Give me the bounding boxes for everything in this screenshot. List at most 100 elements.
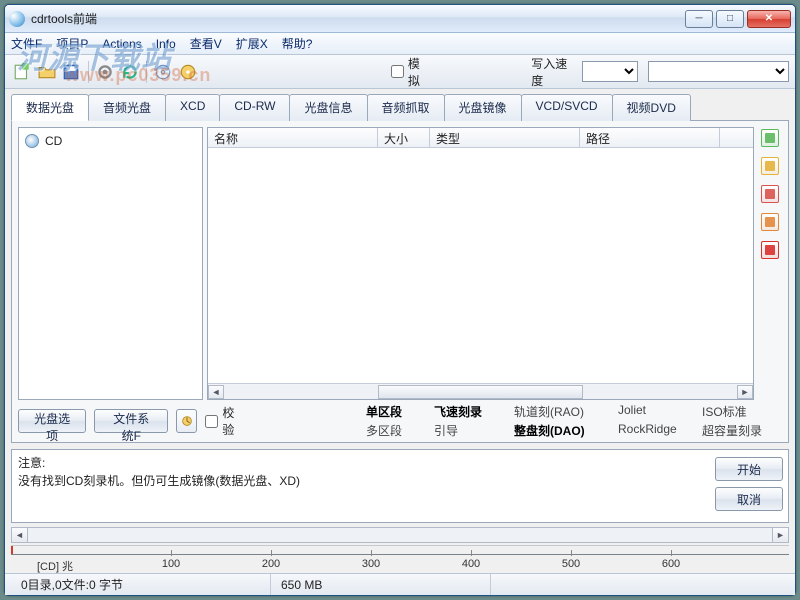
refresh-icon[interactable] bbox=[118, 60, 141, 84]
tab-7[interactable]: VCD/SVCD bbox=[521, 94, 613, 121]
capacity-ruler: [CD] 兆100200300400500600 bbox=[11, 545, 789, 573]
settings-icon[interactable] bbox=[94, 60, 117, 84]
write-speed-select[interactable] bbox=[582, 61, 638, 82]
simulate-input[interactable] bbox=[391, 65, 404, 78]
ruler-tick bbox=[571, 550, 572, 556]
write-opt[interactable]: 引导 bbox=[434, 422, 506, 439]
ruler-tick bbox=[471, 550, 472, 556]
file-list[interactable]: 名称大小类型路径 ◄ ► bbox=[207, 127, 754, 400]
filesystem-button[interactable]: 文件系统F bbox=[94, 409, 168, 433]
tree-root-item[interactable]: CD bbox=[25, 134, 196, 148]
write-opt[interactable]: 轨道刻(RAO) bbox=[514, 403, 610, 420]
scroll-right-icon[interactable]: ► bbox=[772, 528, 788, 542]
save-icon[interactable] bbox=[60, 60, 83, 84]
status-files: 0目录,0文件:0 字节 bbox=[11, 574, 271, 595]
scroll-left-icon[interactable]: ◄ bbox=[208, 385, 224, 399]
write-options-grid: 单区段飞速刻录轨道刻(RAO) Joliet ISO标准多区段引导整盘刻(DAO) R… bbox=[366, 403, 782, 439]
scroll-track[interactable] bbox=[28, 528, 772, 542]
status-capacity: 650 MB bbox=[271, 574, 491, 595]
tab-0[interactable]: 数据光盘 bbox=[11, 94, 89, 121]
tab-pane-data-disc: CD 名称大小类型路径 ◄ ► bbox=[11, 121, 789, 443]
new-project-icon[interactable] bbox=[11, 60, 34, 84]
menu-item[interactable]: 文件F bbox=[11, 35, 42, 52]
status-empty bbox=[491, 574, 789, 595]
tab-4[interactable]: 光盘信息 bbox=[289, 94, 367, 121]
status-bar: 0目录,0文件:0 字节 650 MB bbox=[5, 573, 795, 595]
side-toolbar bbox=[758, 127, 782, 400]
app-window: cdrtools前端 ─ □ ✕ 文件F 项目P Actions Info 查看V 扩展X… bbox=[4, 4, 796, 596]
scroll-right-icon[interactable]: ► bbox=[737, 385, 753, 399]
scroll-thumb[interactable] bbox=[378, 385, 583, 399]
options-row: 光盘选项 文件系统F 校验 单区段飞速刻录轨道刻(RAO) Joliet ISO标准… bbox=[18, 406, 782, 436]
open-icon[interactable] bbox=[36, 60, 59, 84]
titlebar[interactable]: cdrtools前端 ─ □ ✕ bbox=[5, 5, 795, 33]
menubar: 文件F 项目P Actions Info 查看V 扩展X 帮助? bbox=[5, 33, 795, 55]
main-hscrollbar[interactable]: ◄ ► bbox=[11, 527, 789, 543]
add-folder-icon[interactable] bbox=[761, 157, 779, 175]
maximize-button[interactable]: □ bbox=[716, 10, 744, 28]
notice-body: 没有找到CD刻录机。但仍可生成镜像(数据光盘、XD) bbox=[18, 472, 782, 490]
tab-1[interactable]: 音频光盘 bbox=[88, 94, 166, 121]
write-opt[interactable]: RockRidge bbox=[618, 422, 694, 439]
write-opt[interactable]: Joliet bbox=[618, 403, 694, 420]
tab-5[interactable]: 音频抓取 bbox=[367, 94, 445, 121]
burn-icon[interactable] bbox=[176, 60, 199, 84]
verify-label: 校验 bbox=[222, 404, 238, 438]
verify-checkbox[interactable]: 校验 bbox=[205, 404, 238, 438]
disc-options-button[interactable]: 光盘选项 bbox=[18, 409, 86, 433]
column-header[interactable]: 路径 bbox=[580, 128, 720, 147]
verify-input[interactable] bbox=[205, 415, 218, 428]
write-opt[interactable]: 整盘刻(DAO) bbox=[514, 422, 610, 439]
close-button[interactable]: ✕ bbox=[747, 10, 791, 28]
ruler-tick-label: 500 bbox=[562, 558, 580, 570]
ruler-baseline bbox=[11, 554, 789, 555]
column-header[interactable]: 名称 bbox=[208, 128, 378, 147]
write-opt[interactable]: ISO标准 bbox=[702, 403, 782, 420]
tab-6[interactable]: 光盘镜像 bbox=[444, 94, 522, 121]
ruler-marker bbox=[11, 546, 13, 554]
refresh-icon bbox=[180, 414, 194, 428]
ruler-tick bbox=[271, 550, 272, 556]
column-header[interactable]: 大小 bbox=[378, 128, 430, 147]
tab-2[interactable]: XCD bbox=[165, 94, 220, 121]
start-button[interactable]: 开始 bbox=[715, 457, 783, 481]
delete-icon[interactable] bbox=[761, 241, 779, 259]
ruler-tick-label: 100 bbox=[162, 558, 180, 570]
menu-item[interactable]: 项目P bbox=[56, 35, 88, 52]
write-opt[interactable]: 超容量刻录 bbox=[702, 422, 782, 439]
menu-item[interactable]: Info bbox=[156, 37, 176, 51]
simulate-label: 模拟 bbox=[408, 55, 429, 89]
minimize-button[interactable]: ─ bbox=[685, 10, 713, 28]
notice-box: 注意: 没有找到CD刻录机。但仍可生成镜像(数据光盘、XD) bbox=[11, 449, 789, 523]
menu-item[interactable]: Actions bbox=[102, 37, 141, 51]
rename-icon[interactable] bbox=[761, 213, 779, 231]
refresh-fs-button[interactable] bbox=[176, 409, 197, 433]
add-file-icon[interactable] bbox=[761, 129, 779, 147]
remove-icon[interactable] bbox=[761, 185, 779, 203]
disc-icon[interactable] bbox=[152, 60, 175, 84]
write-opt[interactable]: 飞速刻录 bbox=[434, 403, 506, 420]
simulate-checkbox[interactable]: 模拟 bbox=[391, 55, 429, 89]
list-hscrollbar[interactable]: ◄ ► bbox=[208, 383, 753, 399]
tab-bar: 数据光盘音频光盘XCDCD-RW光盘信息音频抓取光盘镜像VCD/SVCD视频DV… bbox=[11, 93, 789, 121]
write-opt[interactable]: 多区段 bbox=[366, 422, 426, 439]
tab-8[interactable]: 视频DVD bbox=[612, 94, 691, 121]
column-header[interactable]: 类型 bbox=[430, 128, 580, 147]
cancel-button[interactable]: 取消 bbox=[715, 487, 783, 511]
ruler-tick bbox=[371, 550, 372, 556]
ruler-tick-label: 400 bbox=[462, 558, 480, 570]
scroll-track[interactable] bbox=[224, 385, 737, 399]
menu-item[interactable]: 查看V bbox=[190, 35, 222, 52]
toolbar: 模拟 写入速度 bbox=[5, 55, 795, 89]
drive-select[interactable] bbox=[648, 61, 788, 82]
menu-item[interactable]: 扩展X bbox=[236, 35, 268, 52]
ruler-tick-label: 600 bbox=[662, 558, 680, 570]
tree-pane[interactable]: CD bbox=[18, 127, 203, 400]
tab-3[interactable]: CD-RW bbox=[219, 94, 290, 121]
scroll-left-icon[interactable]: ◄ bbox=[12, 528, 28, 542]
list-body[interactable] bbox=[208, 148, 753, 383]
menu-item[interactable]: 帮助? bbox=[282, 35, 313, 52]
ruler-tick bbox=[171, 550, 172, 556]
write-opt[interactable]: 单区段 bbox=[366, 403, 426, 420]
notice-title: 注意: bbox=[18, 454, 782, 472]
